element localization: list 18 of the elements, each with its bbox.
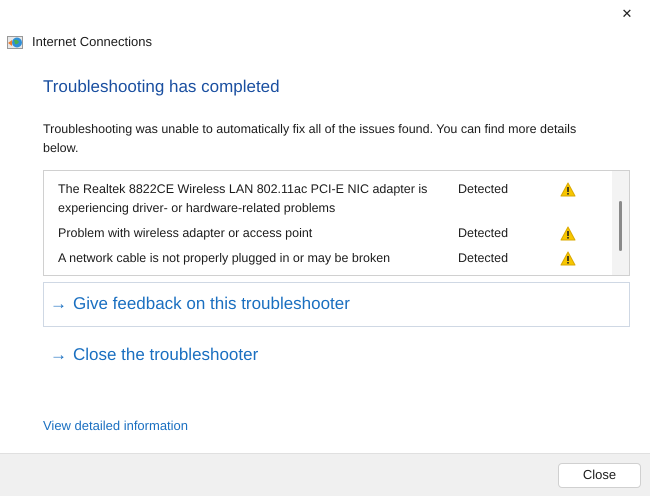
close-dialog-button[interactable]: Close bbox=[558, 462, 641, 488]
close-button[interactable]: ✕ bbox=[604, 0, 650, 28]
issue-text: A network cable is not properly plugged in or may be broken bbox=[58, 250, 392, 267]
warning-icon bbox=[560, 182, 576, 196]
network-globe-icon bbox=[7, 34, 24, 50]
warning-icon bbox=[560, 226, 576, 240]
issue-status: Detected bbox=[457, 224, 510, 242]
issue-status: Detected bbox=[457, 250, 510, 266]
issue-text: Problem with wireless adapter or access point bbox=[58, 224, 314, 242]
issue-text: The Realtek 8822CE Wireless LAN 802.11ac PCI-E NIC adapter is experiencing driver- or hardware-related problems bbox=[58, 180, 428, 217]
details-link[interactable]: View detailed information bbox=[43, 416, 188, 435]
window-title: Internet Connections bbox=[32, 33, 152, 52]
heading: Troubleshooting has completed bbox=[43, 76, 281, 98]
description-text: Troubleshooting was unable to automatically fix all of the issues found. You can find more details below. bbox=[43, 120, 578, 156]
command-link[interactable]: → Give feedback on this troubleshooter bbox=[43, 282, 630, 326]
warning-icon bbox=[560, 250, 576, 266]
command-link[interactable]: → Close the troubleshooter bbox=[43, 332, 630, 378]
issue-status: Detected bbox=[457, 180, 510, 198]
